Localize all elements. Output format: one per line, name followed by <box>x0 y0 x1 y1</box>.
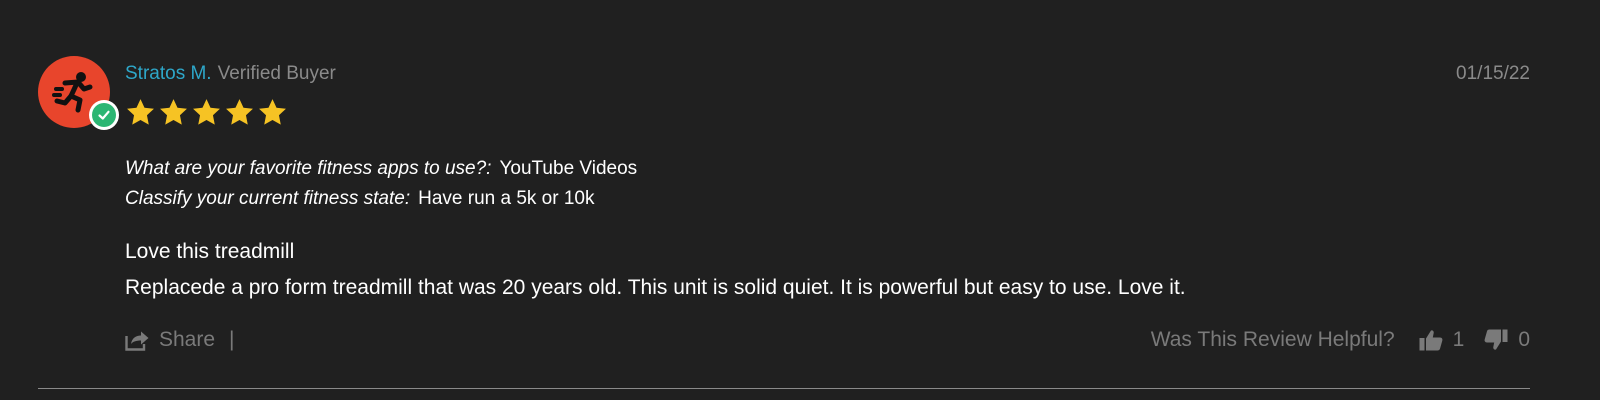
question-answer: YouTube Videos <box>499 158 638 179</box>
upvote-count: 1 <box>1452 328 1465 351</box>
share-separator: | <box>229 328 235 351</box>
thumbs-up-icon <box>1419 330 1443 351</box>
review-header: Stratos M. Verified Buyer <box>125 62 336 86</box>
downvote-button[interactable]: 0 <box>1484 327 1530 353</box>
review-title: Love this treadmill <box>125 240 295 263</box>
verified-buyer-label: Verified Buyer <box>217 63 336 84</box>
star-icon <box>127 99 154 125</box>
verified-badge <box>89 100 119 130</box>
helpful-section: Was This Review Helpful? 1 0 <box>1151 327 1530 353</box>
review-body: Replacede a pro form treadmill that was … <box>125 276 1186 299</box>
review-card: Stratos M. Verified Buyer 01/15/22 What a… <box>0 0 1600 400</box>
review-question: Classify your current fitness state: Have… <box>125 187 594 211</box>
thumbs-down-icon <box>1484 329 1508 350</box>
share-button[interactable]: Share <box>125 327 215 353</box>
question-label: Classify your current fitness state: <box>125 188 411 209</box>
question-answer: Have run a 5k or 10k <box>418 188 595 209</box>
upvote-button[interactable]: 1 <box>1419 327 1465 353</box>
star-icon <box>259 99 286 125</box>
question-label: What are your favorite fitness apps to u… <box>125 158 492 179</box>
check-circle-icon <box>98 110 110 120</box>
star-icon <box>160 99 187 125</box>
helpful-label: Was This Review Helpful? <box>1150 328 1395 351</box>
share-icon <box>125 331 149 351</box>
share-label: Share <box>159 328 216 351</box>
review-question: What are your favorite fitness apps to u… <box>125 157 637 181</box>
downvote-count: 0 <box>1518 328 1530 351</box>
review-date: 01/15/22 <box>1456 63 1530 84</box>
star-icon <box>226 99 253 125</box>
divider <box>38 388 1530 389</box>
author-name[interactable]: Stratos M. <box>125 63 212 84</box>
star-icon <box>193 99 220 125</box>
star-rating <box>125 97 288 128</box>
